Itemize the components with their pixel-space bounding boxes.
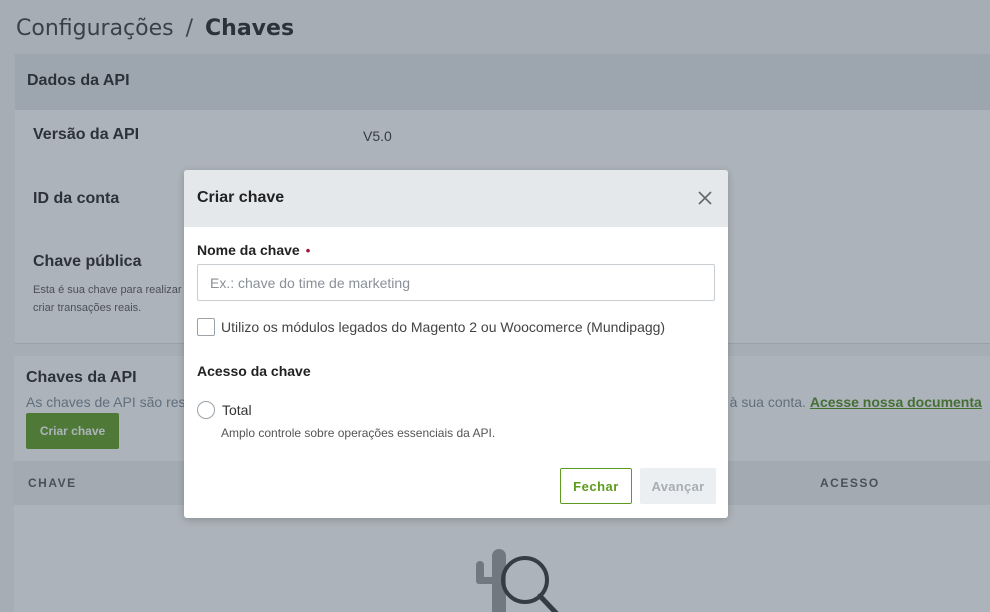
close-x-glyph [698, 191, 712, 205]
modal-title: Criar chave [197, 189, 285, 206]
legacy-modules-option[interactable]: Utilizo os módulos legados do Magento 2 … [197, 318, 665, 336]
legacy-modules-label[interactable]: Utilizo os módulos legados do Magento 2 … [221, 319, 665, 335]
required-indicator: • [305, 243, 311, 258]
access-total-help: Amplo controle sobre operações essenciai… [221, 426, 496, 440]
access-option-total[interactable]: Total [197, 401, 252, 419]
key-access-title: Acesso da chave [197, 363, 311, 379]
modal-header: Criar chave [184, 170, 728, 227]
create-key-modal: Criar chave Nome da chave • Utilizo os mó… [184, 170, 728, 518]
access-total-label[interactable]: Total [222, 402, 252, 418]
access-total-radio[interactable] [197, 401, 215, 419]
next-button[interactable]: Avançar [640, 468, 716, 504]
legacy-modules-checkbox[interactable] [197, 318, 215, 336]
key-name-label: Nome da chave • [197, 242, 310, 258]
close-button[interactable]: Fechar [560, 468, 632, 504]
close-icon[interactable] [694, 187, 716, 209]
key-name-label-text: Nome da chave [197, 242, 300, 258]
key-name-input[interactable] [197, 264, 715, 301]
